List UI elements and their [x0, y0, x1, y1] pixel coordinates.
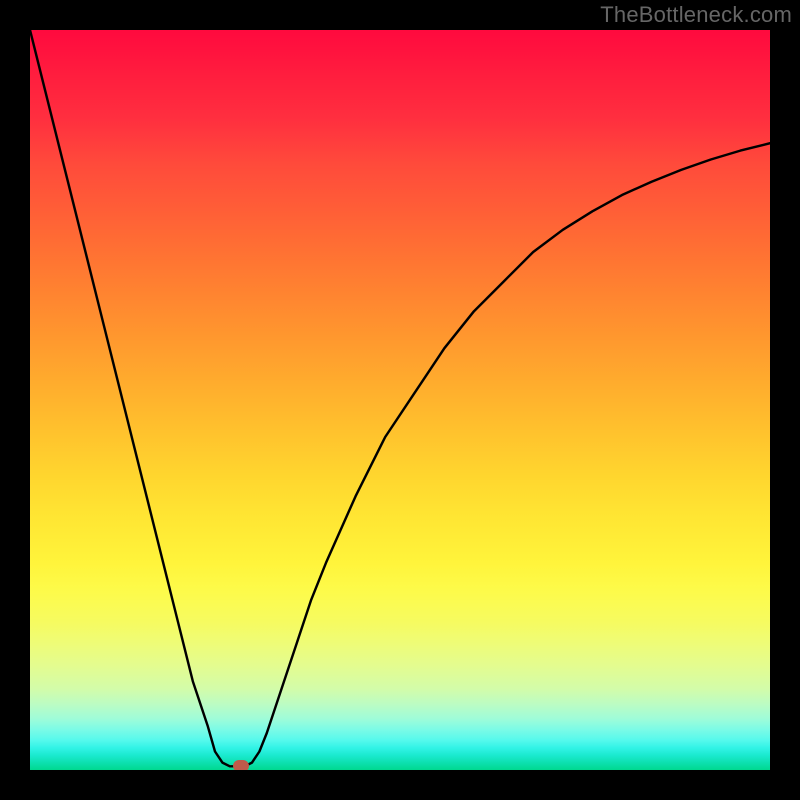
curve-svg — [30, 30, 770, 770]
minimum-marker — [233, 760, 249, 770]
curve-path — [30, 30, 770, 766]
chart-frame: TheBottleneck.com — [0, 0, 800, 800]
watermark-text: TheBottleneck.com — [600, 2, 792, 28]
plot-area — [30, 30, 770, 770]
